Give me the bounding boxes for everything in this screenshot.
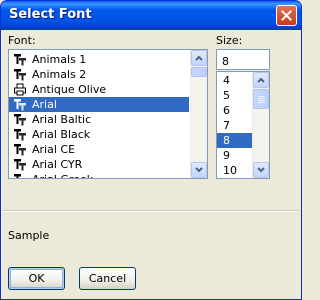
truetype-icon bbox=[12, 98, 28, 112]
font-listbox[interactable]: Animals 1 Animals 2 Antique Olive Arial Aria… bbox=[8, 49, 208, 179]
cancel-button[interactable]: Cancel bbox=[79, 267, 136, 290]
chevron-down-icon bbox=[195, 167, 203, 173]
size-list-item[interactable]: 6 bbox=[217, 103, 255, 118]
size-list-item[interactable]: 8 bbox=[217, 133, 255, 148]
chevron-up-icon bbox=[195, 55, 203, 61]
title-bar[interactable]: Select Font bbox=[1, 1, 301, 30]
scroll-up-button[interactable] bbox=[191, 50, 207, 66]
scroll-up-button[interactable] bbox=[253, 72, 269, 88]
font-name: Arial Black bbox=[32, 128, 91, 141]
size-list-item[interactable]: 4 bbox=[217, 73, 255, 88]
chevron-down-icon bbox=[257, 167, 265, 173]
font-name: Antique Olive bbox=[32, 83, 107, 96]
truetype-icon bbox=[12, 173, 28, 178]
font-list-item[interactable]: Arial CYR bbox=[9, 157, 189, 172]
font-list-item[interactable]: Arial Black bbox=[9, 127, 189, 142]
select-font-dialog: Select Font Font: Animals 1 Animals 2 Anti… bbox=[0, 0, 302, 300]
font-name: Arial Baltic bbox=[32, 113, 92, 126]
font-list-item[interactable]: Arial Greek bbox=[9, 172, 189, 178]
size-input[interactable] bbox=[216, 49, 270, 70]
size-listbox[interactable]: 4567891011 bbox=[216, 71, 270, 179]
scroll-down-button[interactable] bbox=[253, 162, 269, 178]
font-list-item[interactable]: Animals 2 bbox=[9, 67, 189, 82]
size-label: Size: bbox=[216, 34, 243, 47]
font-list-item[interactable]: Arial CE bbox=[9, 142, 189, 157]
size-list-item[interactable]: 11 bbox=[217, 178, 255, 179]
font-list-item[interactable]: Antique Olive bbox=[9, 82, 189, 97]
close-button[interactable] bbox=[276, 5, 297, 26]
separator bbox=[3, 210, 299, 212]
scroll-down-button[interactable] bbox=[191, 162, 207, 178]
truetype-icon bbox=[12, 53, 28, 67]
truetype-icon bbox=[12, 113, 28, 127]
truetype-icon bbox=[12, 158, 28, 172]
truetype-icon bbox=[12, 143, 28, 157]
font-label: Font: bbox=[8, 34, 36, 47]
font-name: Animals 2 bbox=[32, 68, 87, 81]
font-name: Arial CE bbox=[32, 143, 76, 156]
font-name: Arial Greek bbox=[32, 172, 93, 178]
scroll-thumb[interactable] bbox=[253, 89, 269, 109]
size-list-item[interactable]: 7 bbox=[217, 118, 255, 133]
size-list-item[interactable]: 5 bbox=[217, 88, 255, 103]
font-list-item[interactable]: Animals 1 bbox=[9, 52, 189, 67]
font-list-item[interactable]: Arial Baltic bbox=[9, 112, 189, 127]
font-list-item[interactable]: Arial bbox=[9, 97, 189, 112]
close-icon bbox=[281, 10, 292, 21]
truetype-icon bbox=[12, 128, 28, 142]
size-scrollbar[interactable] bbox=[252, 72, 269, 178]
scroll-thumb[interactable] bbox=[191, 67, 207, 77]
sample-label: Sample bbox=[8, 229, 50, 242]
dialog-title: Select Font bbox=[9, 7, 92, 22]
font-name: Arial bbox=[32, 98, 57, 111]
font-name: Animals 1 bbox=[32, 53, 87, 66]
font-scrollbar[interactable] bbox=[190, 50, 207, 178]
printer-font-icon bbox=[12, 83, 28, 97]
truetype-icon bbox=[12, 68, 28, 82]
size-list-item[interactable]: 10 bbox=[217, 163, 255, 178]
font-name: Arial CYR bbox=[32, 158, 83, 171]
chevron-up-icon bbox=[257, 77, 265, 83]
size-list-item[interactable]: 9 bbox=[217, 148, 255, 163]
ok-button[interactable]: OK bbox=[8, 267, 65, 290]
